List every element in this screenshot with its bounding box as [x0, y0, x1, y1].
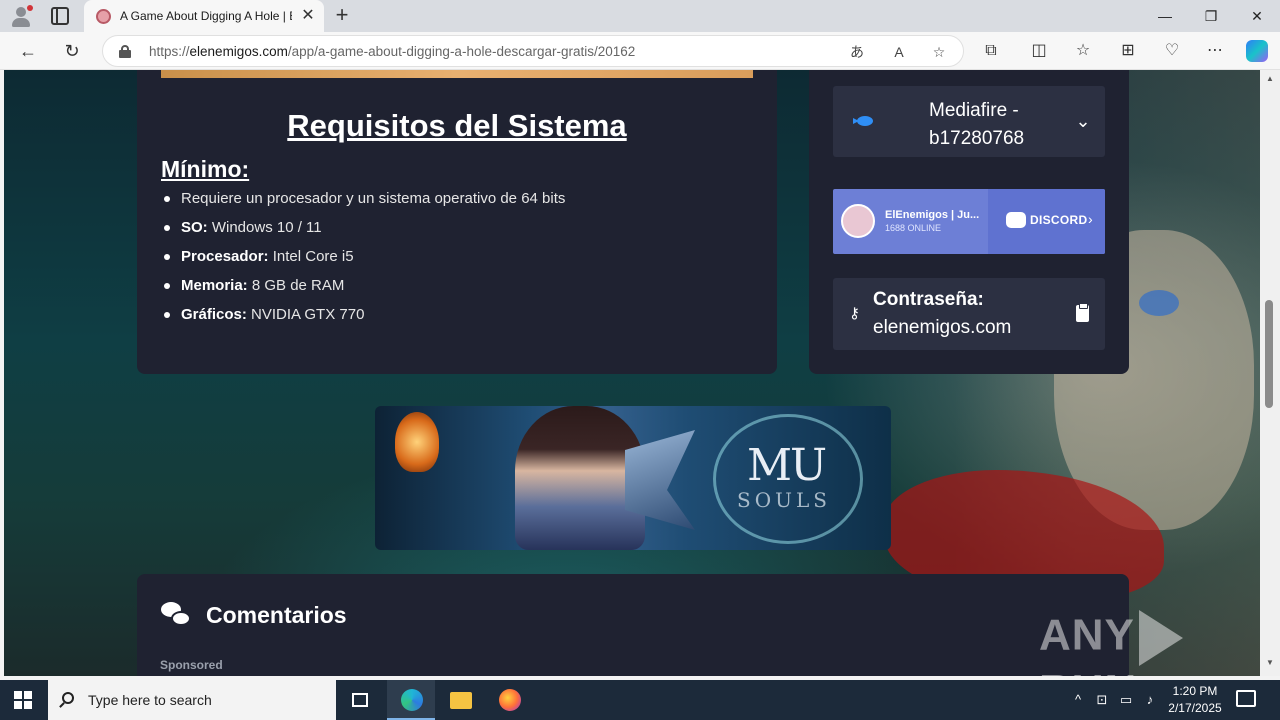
scroll-up-icon[interactable]: ▲: [1265, 74, 1275, 84]
restore-button[interactable]: ❐: [1188, 0, 1234, 32]
extensions-icon[interactable]: ⧉: [977, 37, 1005, 65]
browser-essentials-icon[interactable]: ♡: [1158, 37, 1186, 65]
requirements-list: Requiere un procesador y un sistema oper…: [161, 188, 751, 333]
network-icon[interactable]: ▭: [1116, 690, 1136, 710]
discord-wordmark: DISCORD: [1030, 213, 1088, 227]
comments-section: Comentarios Sponsored: [137, 574, 1129, 676]
show-hidden-icons-icon[interactable]: ^: [1068, 690, 1088, 710]
mirror-label: Mediafire - b17280768: [929, 100, 1025, 149]
emblem-icon: [395, 412, 439, 472]
clock-time: 1:20 PM: [1172, 684, 1218, 698]
notifications-icon[interactable]: [1236, 690, 1256, 707]
page-scrollbar[interactable]: ▲ ▼: [1260, 70, 1280, 676]
browser-tab-bar: A Game About Digging A Hole | E ✕ + — ❐ …: [0, 0, 1280, 32]
page-viewport: Requisitos del Sistema Mínimo: Requiere …: [4, 70, 1260, 676]
url-text[interactable]: https://elenemigos.com/app/a-game-about-…: [149, 44, 635, 59]
chevron-right-icon: ›: [1088, 211, 1093, 227]
scrollbar-thumb[interactable]: [1265, 300, 1273, 408]
minimum-subtitle: Mínimo:: [161, 156, 250, 182]
lock-icon[interactable]: [119, 45, 131, 58]
read-aloud-icon[interactable]: A: [889, 42, 909, 62]
server-avatar: [841, 204, 875, 238]
profile-icon[interactable]: [10, 5, 33, 27]
new-tab-button[interactable]: +: [330, 4, 354, 28]
play-icon: [1138, 610, 1183, 666]
firefox-icon[interactable]: [485, 680, 533, 720]
site-favicon-icon: [96, 9, 111, 24]
anyrun-watermark: ANYRUN: [1039, 610, 1260, 676]
discord-join-area[interactable]: DISCORD ›: [988, 189, 1105, 254]
more-menu-icon[interactable]: ⋯: [1201, 37, 1229, 65]
search-icon: [62, 692, 74, 704]
discord-server-name: ElEnemigos | Ju...: [885, 209, 980, 221]
list-item: Procesador: Intel Core i5: [161, 246, 751, 275]
discord-logo-icon: [1006, 212, 1026, 228]
game-image-bottom-edge: [161, 70, 753, 78]
minimize-button[interactable]: —: [1142, 0, 1188, 32]
sponsored-label: Sponsored: [160, 658, 223, 672]
ad-banner[interactable]: MU SOULS: [375, 406, 891, 550]
list-item: SO: Windows 10 / 11: [161, 217, 751, 246]
file-explorer-icon[interactable]: [436, 680, 484, 720]
chevron-down-icon[interactable]: ⌄: [1071, 109, 1095, 133]
translate-icon[interactable]: あ: [847, 42, 867, 62]
tab-actions-icon[interactable]: [51, 7, 69, 25]
banner-logo-sub: SOULS: [737, 488, 831, 512]
collections-icon[interactable]: ⊞: [1114, 37, 1142, 65]
comments-icon: [161, 602, 191, 628]
password-label: Contraseña:: [873, 289, 984, 310]
favorites-icon[interactable]: ☆: [1069, 37, 1097, 65]
system-clock[interactable]: 1:20 PM 2/17/2025: [1164, 683, 1226, 717]
back-arrow-icon[interactable]: ←: [14, 37, 42, 65]
meet-now-icon[interactable]: ⊡: [1092, 690, 1112, 710]
favorite-star-icon[interactable]: ☆: [929, 42, 949, 62]
download-card: Mediafire - b17280768 ⌄ ElEnemigos | Ju.…: [809, 70, 1129, 374]
comments-title: Comentarios: [206, 602, 347, 628]
split-screen-icon[interactable]: ◫: [1025, 37, 1053, 65]
tab-title: A Game About Digging A Hole | E: [120, 9, 292, 23]
discord-online-count: 1688 ONLINE: [885, 223, 942, 233]
search-placeholder: Type here to search: [88, 692, 212, 708]
windows-taskbar: Type here to search ^ ⊡ ▭ ♪ 1:20 PM 2/17…: [0, 680, 1280, 720]
list-item: Gráficos: NVIDIA GTX 770: [161, 304, 751, 333]
background-character-eye: [1139, 290, 1179, 316]
address-bar[interactable]: https://elenemigos.com/app/a-game-about-…: [102, 35, 964, 67]
close-window-button[interactable]: ✕: [1234, 0, 1280, 32]
task-view-icon[interactable]: [336, 680, 384, 720]
copy-clipboard-icon[interactable]: [1076, 303, 1089, 322]
tab-close-button[interactable]: ✕: [298, 6, 318, 26]
list-item: Requiere un procesador y un sistema oper…: [161, 188, 751, 217]
requirements-card: Requisitos del Sistema Mínimo: Requiere …: [137, 70, 777, 374]
refresh-icon[interactable]: ↻: [58, 37, 86, 65]
key-icon: ⚷: [849, 305, 860, 322]
mediafire-icon: [853, 116, 873, 126]
mediafire-download-button[interactable]: Mediafire - b17280768 ⌄: [833, 86, 1105, 157]
windows-start-icon[interactable]: [14, 691, 32, 709]
edge-taskbar-icon[interactable]: [387, 680, 435, 720]
banner-logo: MU: [747, 440, 827, 491]
taskbar-search-box[interactable]: Type here to search: [48, 680, 336, 720]
clock-date: 2/17/2025: [1168, 701, 1222, 715]
password-box: ⚷ Contraseña: elenemigos.com: [833, 278, 1105, 350]
list-item: Memoria: 8 GB de RAM: [161, 275, 751, 304]
browser-toolbar: ← ↻ https://elenemigos.com/app/a-game-ab…: [0, 32, 1280, 70]
password-value: elenemigos.com: [873, 317, 1012, 338]
discord-widget[interactable]: ElEnemigos | Ju... 1688 ONLINE DISCORD ›: [833, 189, 1105, 254]
copilot-icon[interactable]: [1246, 40, 1268, 62]
scroll-down-icon[interactable]: ▼: [1265, 658, 1275, 668]
volume-icon[interactable]: ♪: [1140, 690, 1160, 710]
requirements-title: Requisitos del Sistema: [287, 108, 627, 143]
browser-tab-active[interactable]: A Game About Digging A Hole | E ✕: [84, 0, 324, 32]
